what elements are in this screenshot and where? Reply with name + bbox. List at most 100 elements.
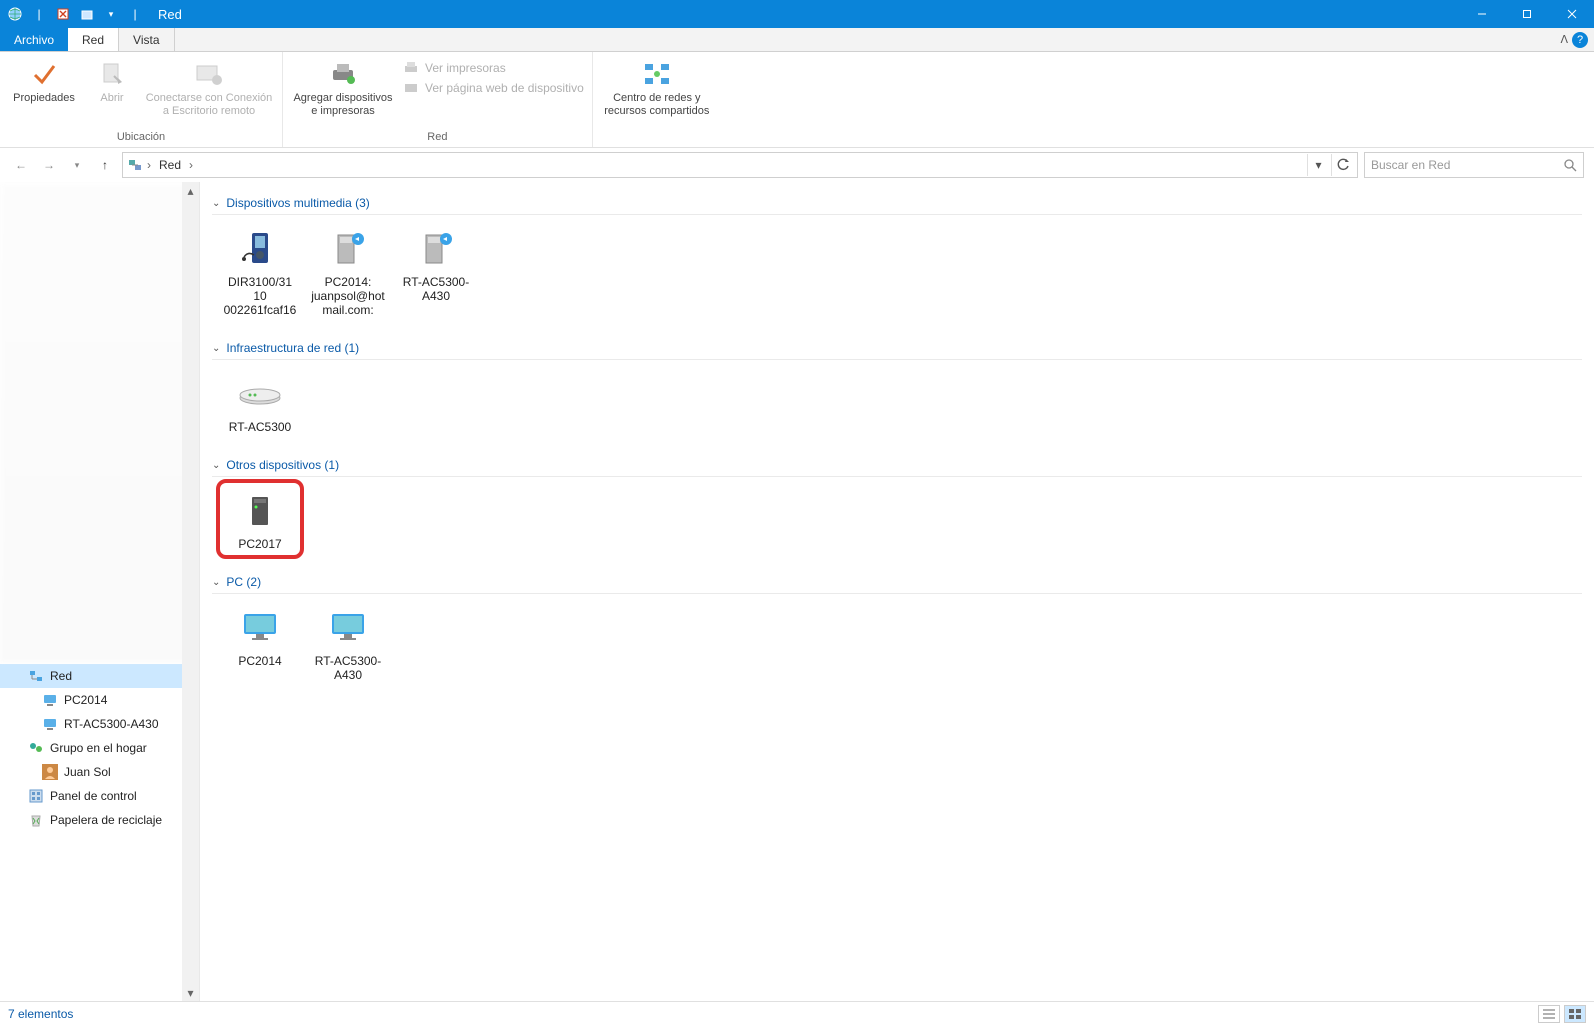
chevron-down-icon: ⌄ — [212, 460, 220, 471]
tab-red[interactable]: Red — [68, 28, 119, 51]
recycle-bin-icon — [28, 812, 44, 828]
abrir-button[interactable]: Abrir — [88, 56, 136, 105]
monitor-icon — [324, 604, 372, 652]
qat-dropdown-icon[interactable]: ▾ — [102, 5, 120, 23]
nav-item-juan[interactable]: Juan Sol — [0, 760, 199, 784]
open-icon — [96, 58, 128, 90]
homegroup-icon — [28, 740, 44, 756]
network-globe-icon — [6, 5, 24, 23]
scroll-up-icon[interactable]: ▴ — [182, 182, 199, 199]
nav-item-rtac[interactable]: RT-AC5300-A430 — [0, 712, 199, 736]
window-title: Red — [158, 7, 182, 22]
remote-desktop-icon — [193, 58, 225, 90]
group-header-otros[interactable]: ⌄ Otros dispositivos (1) — [212, 452, 1582, 477]
device-web-icon — [403, 80, 419, 96]
close-button[interactable] — [1549, 0, 1594, 28]
details-view-button[interactable] — [1538, 1005, 1560, 1023]
media-player-icon — [236, 225, 284, 273]
back-button[interactable]: ← — [10, 154, 32, 176]
printer-icon — [403, 60, 419, 76]
device-item[interactable]: PC2014 — [220, 600, 300, 686]
network-crumb-icon — [127, 157, 143, 173]
new-folder-qat-icon[interactable] — [78, 5, 96, 23]
user-avatar-icon — [42, 764, 58, 780]
device-item[interactable]: RT-AC5300 — [220, 366, 300, 438]
address-dropdown-icon[interactable]: ▾ — [1307, 154, 1329, 176]
search-icon[interactable] — [1563, 158, 1577, 172]
device-item[interactable]: RT-AC5300-A430 — [396, 221, 476, 321]
crumb-sep2-icon[interactable]: › — [189, 158, 193, 172]
computer-icon — [42, 716, 58, 732]
printer-add-icon — [327, 58, 359, 90]
checkmark-icon — [28, 58, 60, 90]
chevron-down-icon: ⌄ — [212, 577, 220, 588]
tab-file[interactable]: Archivo — [0, 28, 68, 51]
navpane-scrollbar[interactable]: ▴ ▾ — [182, 182, 199, 1001]
ribbon-group-red: Agregar dispositivos e impresoras Ver im… — [283, 52, 593, 147]
navpane-blurred-upper — [0, 182, 199, 662]
device-item[interactable]: DIR3100/31 10 002261fcaf16 — [220, 221, 300, 321]
ribbon-tabs: Archivo Red Vista ᐱ ? — [0, 28, 1594, 52]
quick-access-toolbar: | ▾ | — [0, 5, 150, 23]
tab-vista[interactable]: Vista — [119, 28, 174, 51]
search-box[interactable] — [1364, 152, 1584, 178]
crumb-sep-icon[interactable]: › — [147, 158, 151, 172]
control-panel-icon — [28, 788, 44, 804]
propiedades-button[interactable]: Propiedades — [8, 56, 80, 105]
nav-item-pc2014[interactable]: PC2014 — [0, 688, 199, 712]
group-header-infraestructura[interactable]: ⌄ Infraestructura de red (1) — [212, 335, 1582, 360]
group-header-multimedia[interactable]: ⌄ Dispositivos multimedia (3) — [212, 190, 1582, 215]
ver-impresoras-button[interactable]: Ver impresoras — [403, 60, 584, 76]
address-bar-row: ← → ▾ ↑ › Red › ▾ — [0, 148, 1594, 182]
device-item[interactable]: PC2014: juanpsol@hotmail.com: — [308, 221, 388, 321]
ribbon-group-label-red: Red — [291, 129, 584, 145]
monitor-icon — [236, 604, 284, 652]
nav-item-grupo[interactable]: Grupo en el hogar — [0, 736, 199, 760]
network-icon — [28, 668, 44, 684]
status-item-count: 7 elementos — [8, 1007, 73, 1021]
forward-button[interactable]: → — [38, 154, 60, 176]
search-input[interactable] — [1371, 158, 1563, 172]
group-header-pc[interactable]: ⌄ PC (2) — [212, 569, 1582, 594]
crumb-red[interactable]: Red — [155, 158, 185, 172]
body: Red PC2014 RT-AC5300-A430 Grupo en el ho… — [0, 182, 1594, 1001]
ribbon-group-label-ubicacion: Ubicación — [8, 129, 274, 145]
scroll-down-icon[interactable]: ▾ — [182, 984, 199, 1001]
collapse-ribbon-icon[interactable]: ᐱ — [1560, 33, 1568, 46]
icons-view-button[interactable] — [1564, 1005, 1586, 1023]
network-center-icon — [641, 58, 673, 90]
computer-icon — [42, 692, 58, 708]
help-icon[interactable]: ? — [1572, 32, 1588, 48]
centro-redes-button[interactable]: Centro de redes y recursos compartidos — [601, 56, 713, 118]
chevron-down-icon: ⌄ — [212, 343, 220, 354]
device-item-pc2017[interactable]: PC2017 — [220, 483, 300, 555]
address-bar[interactable]: › Red › ▾ — [122, 152, 1358, 178]
maximize-button[interactable] — [1504, 0, 1549, 28]
chevron-down-icon: ⌄ — [212, 198, 220, 209]
nav-item-panel[interactable]: Panel de control — [0, 784, 199, 808]
agregar-dispositivos-button[interactable]: Agregar dispositivos e impresoras — [291, 56, 395, 118]
refresh-button[interactable] — [1331, 154, 1353, 176]
titlebar: | ▾ | Red — [0, 0, 1594, 28]
content-pane: ⌄ Dispositivos multimedia (3) DIR3100/31… — [200, 182, 1594, 1001]
window-controls — [1459, 0, 1594, 28]
ver-web-button[interactable]: Ver página web de dispositivo — [403, 80, 584, 96]
ribbon-group-ubicacion: Propiedades Abrir Conectarse con Conexió… — [0, 52, 283, 147]
recent-dropdown[interactable]: ▾ — [66, 154, 88, 176]
up-button[interactable]: ↑ — [94, 154, 116, 176]
device-item[interactable]: RT-AC5300-A430 — [308, 600, 388, 686]
minimize-button[interactable] — [1459, 0, 1504, 28]
ribbon-group-centro: Centro de redes y recursos compartidos — [593, 52, 721, 147]
nav-item-papelera[interactable]: Papelera de reciclaje — [0, 808, 199, 832]
ribbon-group-label-empty — [601, 129, 713, 145]
qat-sep-icon: | — [30, 5, 48, 23]
server-tower-icon — [236, 487, 284, 535]
conectar-button[interactable]: Conectarse con Conexión a Escritorio rem… — [144, 56, 274, 118]
media-server-icon — [324, 225, 372, 273]
properties-qat-icon[interactable] — [54, 5, 72, 23]
qat-sep2-icon: | — [126, 5, 144, 23]
navigation-pane: Red PC2014 RT-AC5300-A430 Grupo en el ho… — [0, 182, 200, 1001]
nav-item-red[interactable]: Red — [0, 664, 199, 688]
ribbon: Propiedades Abrir Conectarse con Conexió… — [0, 52, 1594, 148]
router-icon — [236, 370, 284, 418]
